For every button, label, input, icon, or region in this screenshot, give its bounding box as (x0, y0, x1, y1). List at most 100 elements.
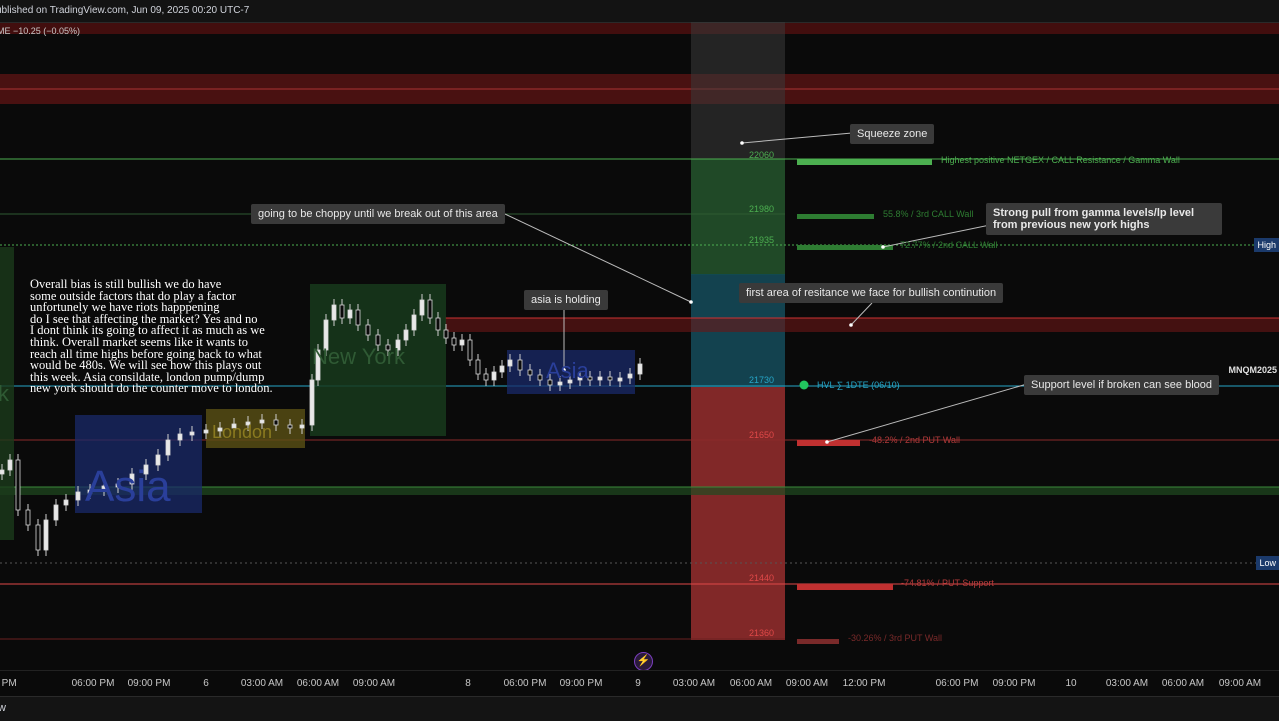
note-strong-pull[interactable]: Strong pull from gamma levels/lp level f… (986, 203, 1222, 235)
gex-label-2nd-call: 72.77% / 2nd CALL Wall (900, 240, 998, 250)
candle-body (165, 439, 171, 456)
candle-body (75, 491, 81, 501)
candle-body (129, 473, 135, 485)
session-box-asia2 (507, 350, 635, 394)
leader-dot-asia-holding (562, 368, 566, 372)
candle-body (355, 309, 361, 326)
published-label: ublished on TradingView.com, Jun 09, 202… (0, 5, 250, 16)
note-squeeze-zone[interactable]: Squeeze zone (850, 124, 935, 144)
note-first-resistance[interactable]: first area of resitance we face for bull… (739, 283, 1004, 303)
symbol-tag: MNQM2025 (1228, 365, 1277, 375)
time-axis-label: 09:00 PM (127, 678, 171, 689)
candle-body (287, 424, 293, 429)
time-axis-label: 03:00 AM (672, 678, 716, 689)
leader-dot-choppy (689, 300, 693, 304)
candle-body (177, 433, 183, 441)
price-label-21360: 21360 (749, 628, 775, 638)
gex-bar-2nd-call (797, 245, 893, 250)
candle-body (7, 459, 13, 471)
candle-body (617, 377, 623, 382)
time-axis-label: 06:00 AM (1161, 678, 1205, 689)
candle-body (25, 509, 31, 526)
put-zone-box (691, 387, 785, 640)
time-axis-label: 09:00 AM (1218, 678, 1262, 689)
hvl-label: HVL ∑ 1DTE (06/10) (817, 380, 900, 390)
time-axis-label: 06:00 AM (296, 678, 340, 689)
gex-bar-3rd-put (797, 639, 839, 644)
resistance-band-top (0, 23, 1279, 34)
leader-dot-first-resistance (849, 323, 853, 327)
candle-body (517, 359, 523, 371)
session-box-left (0, 247, 14, 540)
candle-body (365, 324, 371, 336)
candle-body (15, 459, 21, 511)
price-label-22060: 22060 (749, 150, 775, 160)
candle-body (597, 376, 603, 381)
chart-area[interactable]: Asia London New York Asia k 22060 21980 … (0, 22, 1279, 671)
time-axis-label: 06:00 PM (503, 678, 547, 689)
lightning-icon[interactable]: ⚡ (634, 652, 653, 671)
candle-body (427, 299, 433, 319)
price-label-21935: 21935 (749, 235, 775, 245)
time-axis-label: 06:00 PM (71, 678, 115, 689)
candle-body (43, 519, 49, 551)
price-label-21650: 21650 (749, 430, 775, 440)
candle-body (435, 317, 441, 331)
candle-body (395, 339, 401, 351)
candle-body (451, 337, 457, 346)
leader-dot-strong-pull (881, 245, 885, 249)
candle-body (537, 374, 543, 381)
time-axis-label: 09:00 AM (352, 678, 396, 689)
time-axis-label: 8 (465, 678, 471, 689)
gex-bar-gamma-wall (797, 159, 932, 165)
gex-bar-2nd-put (797, 440, 860, 446)
note-asia-holding[interactable]: asia is holding (524, 290, 608, 310)
ticker-change: ME −10.25 (−0.05%) (0, 26, 81, 36)
price-label-21440: 21440 (749, 573, 775, 583)
candle-body (547, 379, 553, 386)
resistance-band-mid (445, 318, 1279, 332)
gex-bar-3rd-call (797, 214, 874, 219)
candle-body (567, 379, 573, 384)
time-axis-label: 09:00 AM (785, 678, 829, 689)
candle-body (491, 371, 497, 381)
candle-body (637, 363, 643, 375)
time-axis-label: 03:00 AM (1105, 678, 1149, 689)
candle-body (577, 376, 583, 381)
candle-body (607, 376, 613, 381)
candle-body (299, 424, 305, 429)
bottom-bar: w (0, 696, 1279, 721)
time-axis-label: 9 (635, 678, 641, 689)
session-box-newyork (310, 284, 446, 436)
candle-body (87, 489, 93, 494)
candle-body (385, 344, 391, 351)
candle-body (443, 329, 449, 339)
time-axis-label: 0 PM (0, 678, 17, 689)
candle-body (587, 376, 593, 381)
price-label-21980: 21980 (749, 204, 775, 214)
candle-body (0, 469, 5, 475)
note-choppy[interactable]: going to be choppy until we break out of… (251, 204, 505, 224)
candle-body (375, 334, 381, 346)
gex-label-3rd-call: 55.8% / 3rd CALL Wall (883, 209, 974, 219)
high-tag: High (1254, 238, 1279, 252)
low-tag: Low (1256, 556, 1279, 570)
candle-body (499, 365, 505, 373)
note-support[interactable]: Support level if broken can see blood (1024, 375, 1220, 395)
time-axis-label: 09:00 PM (559, 678, 603, 689)
gex-bar-put-support (797, 584, 893, 590)
time-axis-label: 03:00 AM (240, 678, 284, 689)
time-axis[interactable]: 0 PM 06:00 PM 09:00 PM 6 03:00 AM 06:00 AM 09:… (0, 670, 1279, 697)
candle-body (273, 419, 279, 426)
candle-body (411, 314, 417, 331)
candle-body (203, 429, 209, 434)
price-label-21730: 21730 (749, 375, 775, 385)
gex-label-gamma-wall: Highest positive NETGEX / CALL Resistanc… (941, 155, 1180, 165)
candle-body (189, 431, 195, 436)
candle-body (331, 304, 337, 321)
leader-choppy (504, 213, 692, 303)
candle-body (527, 369, 533, 376)
candle-body (419, 299, 425, 316)
candle-body (309, 379, 315, 426)
candle-body (259, 419, 265, 424)
